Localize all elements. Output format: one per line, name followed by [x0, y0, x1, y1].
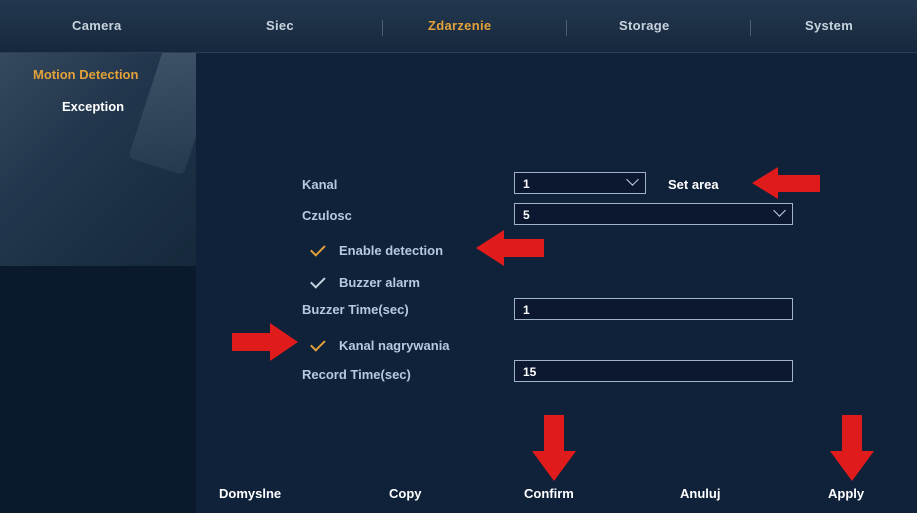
tab-siec[interactable]: Siec — [266, 18, 294, 33]
kanal-label: Kanal — [302, 177, 338, 192]
check-icon — [310, 241, 326, 257]
arrow-left-icon — [476, 230, 544, 266]
check-icon — [310, 273, 326, 289]
record-time-input[interactable]: 15 — [514, 360, 793, 382]
buzzer-time-value: 1 — [523, 303, 530, 317]
czulosc-select[interactable]: 5 — [514, 203, 793, 225]
apply-button[interactable]: Apply — [828, 486, 864, 501]
buzzer-alarm-checkbox[interactable]: Buzzer alarm — [310, 273, 420, 290]
kanal-nagrywania-label: Kanal nagrywania — [339, 338, 450, 353]
kanal-value: 1 — [523, 177, 530, 191]
check-icon — [310, 336, 326, 352]
chevron-down-icon — [773, 204, 786, 217]
tab-camera[interactable]: Camera — [72, 18, 122, 33]
copy-button[interactable]: Copy — [389, 486, 422, 501]
arrow-down-icon — [532, 415, 576, 481]
confirm-button[interactable]: Confirm — [524, 486, 574, 501]
sidebar-panel — [0, 266, 196, 513]
czulosc-label: Czulosc — [302, 208, 352, 223]
sidebar-item-exception[interactable]: Exception — [62, 99, 124, 114]
buzzer-time-label: Buzzer Time(sec) — [302, 302, 409, 317]
sidebar-item-motion-detection[interactable]: Motion Detection — [33, 67, 138, 82]
enable-detection-label: Enable detection — [339, 243, 444, 258]
tab-zdarzenie[interactable]: Zdarzenie — [428, 18, 491, 33]
anuluj-button[interactable]: Anuluj — [680, 486, 720, 501]
tab-system[interactable]: System — [805, 18, 853, 33]
top-nav: Camera Siec Zdarzenie Storage System — [0, 0, 917, 53]
enable-detection-checkbox[interactable]: Enable detection — [310, 241, 444, 258]
chevron-down-icon — [626, 173, 639, 186]
buzzer-alarm-label: Buzzer alarm — [339, 275, 420, 290]
kanal-nagrywania-checkbox[interactable]: Kanal nagrywania — [310, 336, 450, 353]
tab-separator — [566, 20, 567, 36]
record-time-value: 15 — [523, 365, 537, 379]
arrow-down-icon — [830, 415, 874, 481]
tab-separator — [382, 20, 383, 36]
arrow-right-icon — [232, 323, 298, 361]
record-time-label: Record Time(sec) — [302, 367, 411, 382]
tab-separator — [750, 20, 751, 36]
arrow-left-icon — [752, 167, 820, 199]
czulosc-value: 5 — [523, 208, 530, 222]
kanal-select[interactable]: 1 — [514, 172, 646, 194]
tab-storage[interactable]: Storage — [619, 18, 670, 33]
domyslne-button[interactable]: Domyslne — [219, 486, 281, 501]
set-area-button[interactable]: Set area — [668, 177, 719, 192]
buzzer-time-input[interactable]: 1 — [514, 298, 793, 320]
